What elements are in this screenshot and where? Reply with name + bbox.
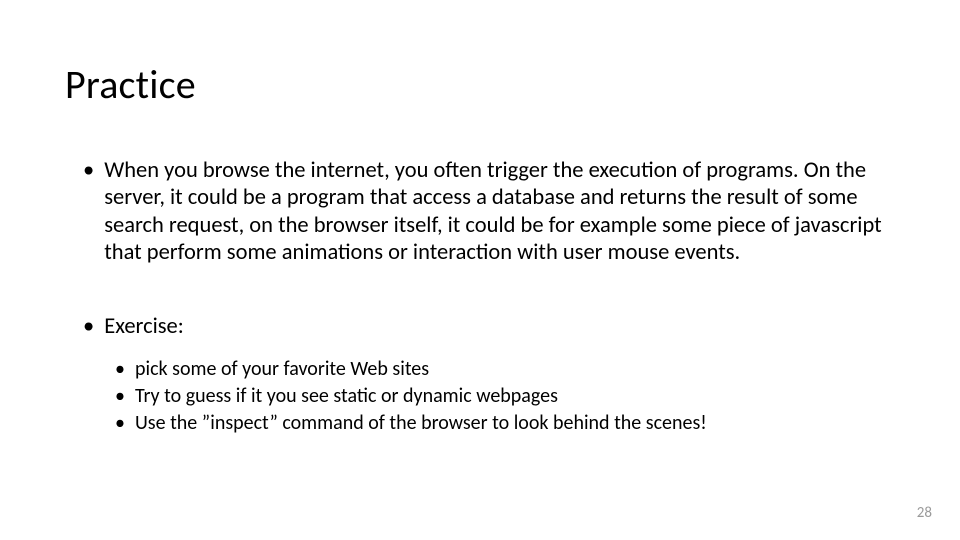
sub-bullet-text: Use the ”inspect” command of the browser… (135, 410, 895, 437)
bullet-marker-icon: • (83, 313, 94, 340)
sub-bullet-text: Try to guess if it you see static or dyn… (135, 383, 895, 410)
bullet-marker-icon: • (115, 356, 125, 383)
spacer (65, 269, 895, 313)
bullet-text: When you browse the internet, you often … (104, 157, 895, 267)
bullet-text: Exercise: (104, 313, 895, 340)
bullet-level-2: • Try to guess if it you see static or d… (115, 383, 895, 410)
sub-bullet-list: • pick some of your favorite Web sites •… (65, 356, 895, 437)
slide-body: • When you browse the internet, you ofte… (65, 157, 895, 437)
bullet-level-1: • When you browse the internet, you ofte… (65, 157, 895, 267)
bullet-marker-icon: • (115, 410, 125, 437)
bullet-level-1: • Exercise: (65, 313, 895, 340)
slide-container: Practice • When you browse the internet,… (0, 0, 960, 540)
bullet-marker-icon: • (83, 157, 94, 184)
page-number: 28 (917, 504, 932, 522)
bullet-marker-icon: • (115, 383, 125, 410)
bullet-level-2: • Use the ”inspect” command of the brows… (115, 410, 895, 437)
sub-bullet-text: pick some of your favorite Web sites (135, 356, 895, 383)
bullet-level-2: • pick some of your favorite Web sites (115, 356, 895, 383)
slide-title: Practice (65, 60, 895, 109)
